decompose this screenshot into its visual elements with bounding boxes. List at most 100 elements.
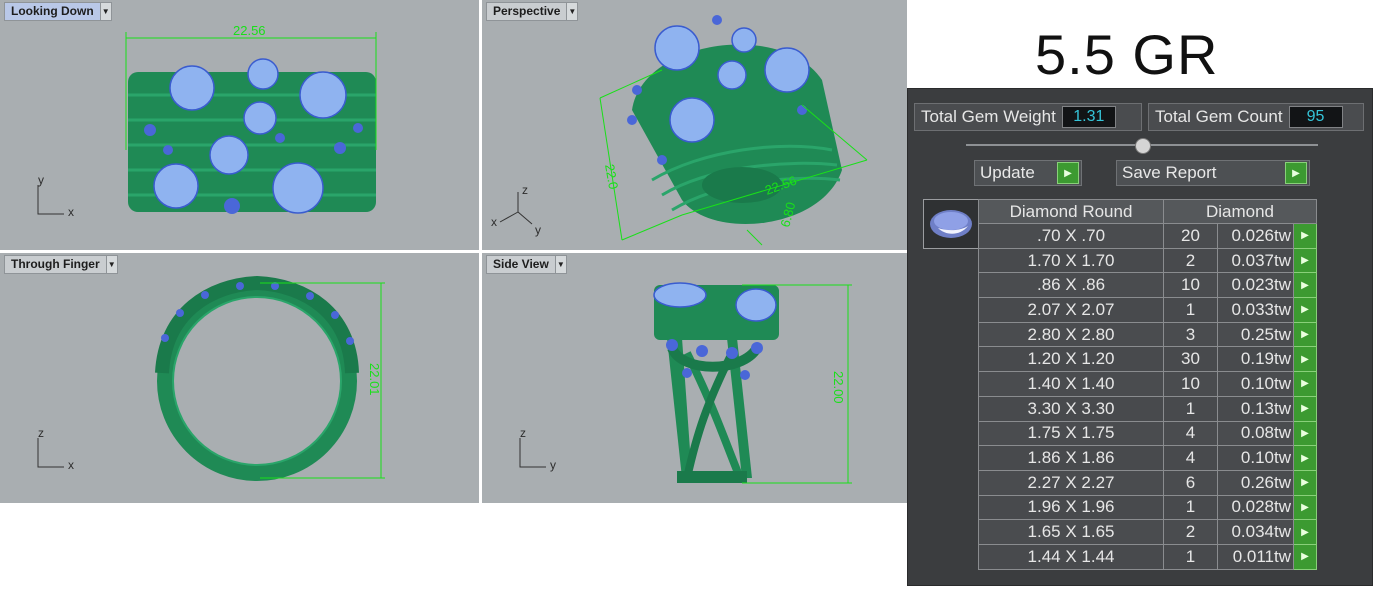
gem-table-row: 1.44 X 1.44 1 0.011tw ▶ bbox=[978, 543, 1317, 570]
gem-weight-cell: 0.028tw bbox=[1217, 494, 1294, 521]
gem-count-cell: 6 bbox=[1163, 469, 1218, 496]
through-finger-canvas[interactable]: 22.01 z x bbox=[0, 253, 479, 503]
dropdown-arrow-icon[interactable]: ▼ bbox=[566, 3, 578, 20]
dimension-label: 22.56 bbox=[233, 23, 266, 38]
gem-count-cell: 1 bbox=[1163, 297, 1218, 323]
gem-table-row: .70 X .70 20 0.026tw ▶ bbox=[978, 223, 1317, 249]
dropdown-arrow-icon[interactable]: ▼ bbox=[554, 256, 566, 273]
gem-weight-cell: 0.25tw bbox=[1217, 321, 1294, 348]
svg-text:y: y bbox=[38, 173, 44, 187]
update-button[interactable]: Update ▶ bbox=[974, 160, 1082, 186]
gem-count-cell: 2 bbox=[1163, 247, 1218, 274]
slider-handle[interactable] bbox=[1135, 138, 1151, 154]
viewport-tab-looking-down[interactable]: Looking Down ▼ bbox=[4, 2, 112, 21]
gem-table-row: 1.96 X 1.96 1 0.028tw ▶ bbox=[978, 494, 1317, 521]
gem-size-cell: 2.80 X 2.80 bbox=[978, 321, 1164, 348]
gem-size-cell: .70 X .70 bbox=[978, 223, 1164, 249]
gem-count-cell: 1 bbox=[1163, 395, 1218, 422]
svg-text:x: x bbox=[68, 458, 74, 472]
header-diamond-round: Diamond Round bbox=[978, 199, 1164, 224]
svg-text:22.0: 22.0 bbox=[602, 163, 621, 191]
play-arrow-icon[interactable]: ▶ bbox=[1293, 223, 1317, 249]
gem-table-row: 2.80 X 2.80 3 0.25tw ▶ bbox=[978, 321, 1317, 348]
gem-count-cell: 3 bbox=[1163, 321, 1218, 348]
gem-weight-cell: 0.08tw bbox=[1217, 420, 1294, 447]
dropdown-arrow-icon[interactable]: ▼ bbox=[99, 3, 111, 20]
dropdown-arrow-icon[interactable]: ▼ bbox=[105, 256, 117, 273]
viewport-title: Perspective bbox=[493, 4, 561, 18]
gem-weight-cell: 0.26tw bbox=[1217, 469, 1294, 496]
gem-table-row: 1.75 X 1.75 4 0.08tw ▶ bbox=[978, 420, 1317, 447]
play-arrow-icon: ▶ bbox=[1057, 162, 1079, 184]
diamond-gem-icon bbox=[923, 199, 979, 249]
viewport-title: Side View bbox=[493, 257, 549, 271]
gem-size-cell: 2.27 X 2.27 bbox=[978, 469, 1164, 496]
viewport-tab-side-view[interactable]: Side View ▼ bbox=[486, 255, 567, 274]
gem-size-cell: .86 X .86 bbox=[978, 272, 1164, 299]
gem-table-row: .86 X .86 10 0.023tw ▶ bbox=[978, 272, 1317, 299]
viewport-looking-down[interactable]: 22.56 y x Looking Down ▼ bbox=[0, 0, 479, 250]
side-view-canvas[interactable]: 22.00 z y bbox=[482, 253, 907, 503]
svg-text:y: y bbox=[550, 458, 556, 472]
total-gem-count-label: Total Gem Count bbox=[1155, 107, 1283, 126]
gem-weight-cell: 0.10tw bbox=[1217, 445, 1294, 471]
svg-text:y: y bbox=[535, 223, 541, 237]
looking-down-canvas[interactable]: 22.56 y x bbox=[0, 0, 479, 250]
gem-weight-cell: 0.19tw bbox=[1217, 346, 1294, 373]
play-arrow-icon[interactable]: ▶ bbox=[1293, 445, 1317, 471]
play-arrow-icon[interactable]: ▶ bbox=[1293, 420, 1317, 447]
viewport-side-view[interactable]: 22.00 z y Side View ▼ bbox=[482, 253, 907, 503]
gem-table-row: 1.65 X 1.65 2 0.034tw ▶ bbox=[978, 519, 1317, 545]
viewport-title: Through Finger bbox=[11, 257, 100, 271]
play-arrow-icon[interactable]: ▶ bbox=[1293, 494, 1317, 521]
gem-size-cell: 1.40 X 1.40 bbox=[978, 371, 1164, 397]
gem-table-row: 2.07 X 2.07 1 0.033tw ▶ bbox=[978, 297, 1317, 323]
total-gem-count-box: Total Gem Count 95 bbox=[1148, 103, 1364, 131]
axis-indicator: z x y bbox=[491, 183, 541, 237]
svg-text:z: z bbox=[522, 183, 528, 197]
gem-size-cell: 3.30 X 3.30 bbox=[978, 395, 1164, 422]
viewport-tab-perspective[interactable]: Perspective ▼ bbox=[486, 2, 579, 21]
play-arrow-icon[interactable]: ▶ bbox=[1293, 395, 1317, 422]
viewport-title: Looking Down bbox=[5, 3, 100, 20]
gem-count-cell: 2 bbox=[1163, 519, 1218, 545]
gem-table: Diamond Round Diamond .70 X .70 20 0.026tw… bbox=[978, 199, 1317, 570]
gem-weight-cell: 0.026tw bbox=[1217, 223, 1294, 249]
gem-count-cell: 1 bbox=[1163, 543, 1218, 570]
play-arrow-icon[interactable]: ▶ bbox=[1293, 519, 1317, 545]
ring-top-model bbox=[128, 58, 376, 214]
play-arrow-icon: ▶ bbox=[1285, 162, 1307, 184]
gem-size-cell: 1.75 X 1.75 bbox=[978, 420, 1164, 447]
play-arrow-icon[interactable]: ▶ bbox=[1293, 247, 1317, 274]
gem-count-cell: 4 bbox=[1163, 445, 1218, 471]
gem-weight-cell: 0.033tw bbox=[1217, 297, 1294, 323]
play-arrow-icon[interactable]: ▶ bbox=[1293, 543, 1317, 570]
gem-count-cell: 10 bbox=[1163, 272, 1218, 299]
total-gem-weight-value: 1.31 bbox=[1061, 106, 1116, 128]
gem-size-cell: 1.96 X 1.96 bbox=[978, 494, 1164, 521]
svg-text:z: z bbox=[520, 426, 526, 440]
play-arrow-icon[interactable]: ▶ bbox=[1293, 321, 1317, 348]
play-arrow-icon[interactable]: ▶ bbox=[1293, 371, 1317, 397]
update-button-label: Update bbox=[980, 163, 1035, 182]
total-gem-weight-box: Total Gem Weight 1.31 bbox=[914, 103, 1142, 131]
gem-table-row: 1.70 X 1.70 2 0.037tw ▶ bbox=[978, 247, 1317, 274]
gem-size-cell: 1.44 X 1.44 bbox=[978, 543, 1164, 570]
play-arrow-icon[interactable]: ▶ bbox=[1293, 346, 1317, 373]
perspective-canvas[interactable]: 22.56 22.0 6.80 z x y bbox=[482, 0, 907, 250]
save-report-button[interactable]: Save Report ▶ bbox=[1116, 160, 1310, 186]
svg-text:22.01: 22.01 bbox=[367, 363, 382, 396]
gem-weight-cell: 0.034tw bbox=[1217, 519, 1294, 545]
gem-weight-cell: 0.023tw bbox=[1217, 272, 1294, 299]
play-arrow-icon[interactable]: ▶ bbox=[1293, 297, 1317, 323]
gem-count-cell: 20 bbox=[1163, 223, 1218, 249]
viewport-through-finger[interactable]: 22.01 z x Through Finger ▼ bbox=[0, 253, 479, 503]
gem-table-row: 1.40 X 1.40 10 0.10tw ▶ bbox=[978, 371, 1317, 397]
play-arrow-icon[interactable]: ▶ bbox=[1293, 272, 1317, 299]
play-arrow-icon[interactable]: ▶ bbox=[1293, 469, 1317, 496]
gem-weight-cell: 0.13tw bbox=[1217, 395, 1294, 422]
gem-size-cell: 1.65 X 1.65 bbox=[978, 519, 1164, 545]
viewport-tab-through-finger[interactable]: Through Finger ▼ bbox=[4, 255, 118, 274]
viewport-perspective[interactable]: 22.56 22.0 6.80 z x y Perspective ▼ bbox=[482, 0, 907, 250]
total-metal-weight-title: 5.5 GR bbox=[1035, 23, 1219, 86]
